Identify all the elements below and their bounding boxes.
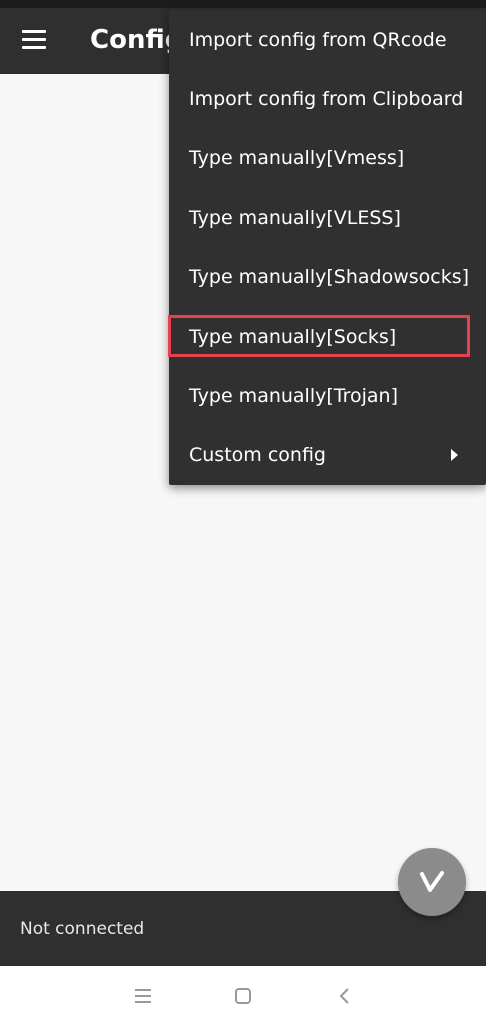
menu-item-label: Custom config — [189, 444, 326, 467]
add-config-menu: Import config from QRcode Import config … — [169, 10, 486, 485]
menu-item-label: Type manually[Socks] — [189, 325, 397, 348]
connection-status-text: Not connected — [20, 919, 145, 939]
recents-icon[interactable] — [133, 986, 153, 1006]
v-logo-icon — [420, 871, 444, 892]
menu-item-type-shadowsocks[interactable]: Type manually[Shadowsocks] — [169, 248, 486, 307]
menu-item-custom-config[interactable]: Custom config — [169, 426, 486, 485]
status-bar — [0, 0, 486, 8]
hamburger-icon[interactable] — [22, 30, 48, 50]
back-icon[interactable] — [335, 986, 355, 1006]
menu-item-label: Type manually[Trojan] — [189, 385, 398, 408]
home-icon[interactable] — [233, 986, 253, 1006]
menu-item-type-vmess[interactable]: Type manually[Vmess] — [169, 129, 486, 188]
menu-item-type-vless[interactable]: Type manually[VLESS] — [169, 188, 486, 247]
menu-item-label: Type manually[VLESS] — [189, 206, 401, 229]
menu-item-type-trojan[interactable]: Type manually[Trojan] — [169, 366, 486, 425]
menu-item-import-clipboard[interactable]: Import config from Clipboard — [169, 69, 486, 128]
menu-item-label: Import config from Clipboard — [189, 88, 464, 111]
menu-item-label: Type manually[Shadowsocks] — [189, 266, 470, 289]
system-nav-bar — [0, 966, 486, 1024]
menu-item-type-socks[interactable]: Type manually[Socks] — [169, 307, 486, 366]
menu-item-import-qrcode[interactable]: Import config from QRcode — [169, 10, 486, 69]
menu-item-label: Type manually[Vmess] — [189, 147, 405, 170]
chevron-right-icon — [451, 449, 458, 462]
connect-fab-button[interactable] — [398, 848, 466, 916]
menu-item-label: Import config from QRcode — [189, 28, 447, 51]
